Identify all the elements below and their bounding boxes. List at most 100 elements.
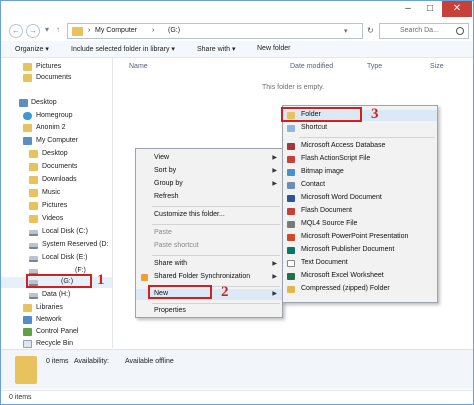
recent-pages-button[interactable]: ▾ — [43, 24, 51, 38]
folder-icon — [23, 63, 32, 71]
close-button[interactable]: ✕ — [442, 1, 472, 17]
network-icon — [23, 316, 32, 324]
search-icon[interactable] — [456, 27, 464, 35]
submenu-item-contact[interactable]: Contact — [283, 180, 437, 191]
folder-icon — [29, 163, 38, 171]
forward-button[interactable]: → — [26, 24, 40, 38]
menu-item-properties[interactable]: Properties — [136, 306, 282, 317]
sidebar-item-label: Documents — [36, 74, 72, 81]
title-bar: – □ ✕ — [1, 1, 473, 21]
menu-item-label: Refresh — [154, 193, 179, 200]
submenu-item-bitmap[interactable]: Bitmap image — [283, 167, 437, 178]
menu-item-label: Sort by — [154, 167, 177, 174]
annotation-box-folder — [281, 107, 362, 122]
submenu-item-label: Text Document — [301, 259, 348, 266]
submenu-item-access[interactable]: Microsoft Access Database — [283, 141, 437, 152]
submenu-item-label: Shortcut — [301, 124, 328, 131]
chevron-right-icon: ▶ — [272, 168, 277, 174]
publisher-icon — [287, 247, 295, 254]
menu-item-sort-by[interactable]: Sort by ▶ — [136, 166, 282, 177]
new-folder-button[interactable]: New folder — [257, 45, 290, 52]
sidebar-item-label: Homegroup — [36, 112, 73, 119]
menu-item-shared-folder-sync[interactable]: Shared Folder Synchronization ▶ — [136, 272, 282, 283]
sidebar-item-label: Libraries — [36, 304, 63, 311]
user-icon — [23, 124, 32, 132]
sidebar-item-label: Downloads — [42, 176, 77, 183]
chevron-right-icon: ▶ — [272, 181, 277, 187]
submenu-item-label: Contact — [301, 181, 326, 188]
submenu-item-label: Flash Document — [301, 207, 352, 214]
annotation-number-1: 1 — [97, 272, 105, 288]
menu-item-refresh[interactable]: Refresh — [136, 192, 282, 203]
menu-item-label: Group by — [154, 180, 183, 187]
folder-icon — [29, 202, 38, 210]
submenu-item-excel[interactable]: Microsoft Excel Worksheet — [283, 271, 437, 282]
submenu-item-mql4[interactable]: MQL4 Source File — [283, 219, 437, 230]
chevron-right-icon: ▶ — [272, 274, 277, 280]
search-input[interactable]: Search Da... — [379, 23, 469, 39]
submenu-item-label: Microsoft Publisher Document — [301, 246, 395, 253]
bitmap-icon — [287, 169, 295, 176]
menu-item-view[interactable]: View ▶ — [136, 153, 282, 164]
annotation-number-2: 2 — [221, 284, 229, 300]
word-icon — [287, 195, 295, 202]
refresh-icon[interactable]: ↻ — [367, 26, 374, 35]
submenu-item-label: MQL4 Source File — [301, 220, 358, 227]
sidebar-item-label: Videos — [42, 215, 64, 222]
sidebar-item-label: Pictures — [36, 63, 62, 70]
menu-item-label: Properties — [154, 307, 186, 314]
submenu-item-shortcut[interactable]: Shortcut — [283, 123, 437, 134]
submenu-item-label: Microsoft Excel Worksheet — [301, 272, 384, 279]
submenu-item-zip[interactable]: Compressed (zipped) Folder — [283, 284, 437, 295]
submenu-item-flash-document[interactable]: Flash Document — [283, 206, 437, 217]
address-bar[interactable]: › My Computer › (G:) ▾ — [67, 23, 363, 39]
homegroup-icon — [23, 112, 32, 120]
availability-value: Available offline — [125, 358, 174, 365]
submenu-item-text[interactable]: Text Document — [283, 258, 437, 269]
command-toolbar: Organize ▾ Include selected folder in li… — [1, 41, 473, 58]
submenu-item-publisher[interactable]: Microsoft Publisher Document — [283, 245, 437, 256]
folder-icon — [15, 356, 37, 384]
sidebar-item-label: Control Panel — [36, 328, 79, 335]
mql4-icon — [287, 221, 295, 228]
organize-button[interactable]: Organize ▾ — [15, 45, 49, 53]
menu-item-label: Shared Folder Synchronization — [154, 273, 251, 280]
submenu-item-flash-actionscript[interactable]: Flash ActionScript File — [283, 154, 437, 165]
sidebar-item-label: Data (H:) — [42, 291, 71, 298]
share-with-button[interactable]: Share with ▾ — [197, 45, 236, 53]
column-header-name[interactable]: Name — [129, 63, 148, 70]
submenu-item-word[interactable]: Microsoft Word Document — [283, 193, 437, 204]
include-in-library-button[interactable]: Include selected folder in library ▾ — [71, 45, 175, 53]
menu-item-customize[interactable]: Customize this folder... — [136, 210, 282, 221]
menu-separator — [152, 224, 280, 225]
desktop-icon — [19, 99, 28, 107]
minimize-button[interactable]: – — [397, 1, 419, 17]
maximize-button[interactable]: □ — [419, 1, 441, 17]
menu-item-group-by[interactable]: Group by ▶ — [136, 179, 282, 190]
breadcrumb-my-computer[interactable]: My Computer — [95, 27, 137, 34]
footer-item-count: 0 items — [9, 394, 32, 401]
chevron-right-icon: ▶ — [272, 155, 277, 161]
computer-icon — [23, 137, 32, 145]
menu-item-share-with[interactable]: Share with ▶ — [136, 259, 282, 270]
back-button[interactable]: ← — [9, 24, 23, 38]
sidebar-item-label: (F:) — [75, 267, 86, 274]
item-count: 0 items — [46, 358, 69, 365]
submenu-item-label: Flash ActionScript File — [301, 155, 371, 162]
column-header-date[interactable]: Date modified — [290, 63, 333, 70]
address-dropdown-icon[interactable]: ▾ — [344, 27, 348, 35]
sidebar-item-label: Local Disk (E:) — [42, 254, 88, 261]
column-header-type[interactable]: Type — [367, 63, 382, 70]
breadcrumb-drive-g[interactable]: (G:) — [168, 27, 180, 34]
folder-icon — [23, 74, 32, 82]
submenu-item-powerpoint[interactable]: Microsoft PowerPoint Presentation — [283, 232, 437, 243]
breadcrumb-separator: › — [152, 27, 155, 34]
submenu-item-label: Microsoft Access Database — [301, 142, 386, 149]
shortcut-icon — [287, 125, 295, 132]
up-button[interactable]: ↑ — [53, 24, 63, 38]
navigation-bar: ← → ▾ ↑ › My Computer › (G:) ▾ ↻ Search … — [1, 21, 473, 41]
folder-icon — [29, 189, 38, 197]
column-header-size[interactable]: Size — [430, 63, 444, 70]
zip-icon — [287, 286, 295, 293]
navigation-pane: Pictures Documents Desktop Homegroup Ano… — [1, 58, 113, 348]
